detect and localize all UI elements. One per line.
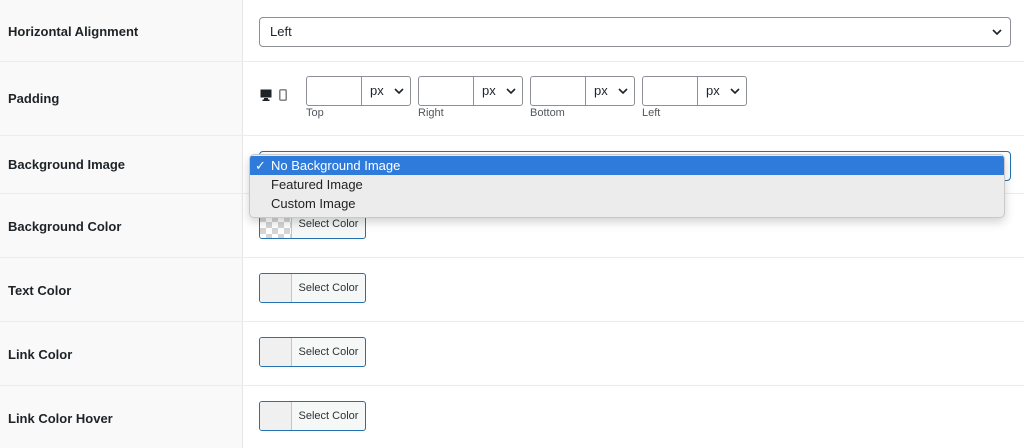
horizontal-alignment-label: Horizontal Alignment [8,24,139,39]
padding-top-caption: Top [306,107,324,119]
padding-label: Padding [8,91,60,106]
padding-bottom-input[interactable] [530,76,586,106]
desktop-icon[interactable] [260,89,272,101]
row-link-color: Link Color Select Color [0,322,1024,386]
chevron-down-icon [506,88,516,95]
text-color-label: Text Color [8,283,72,298]
padding-left-unit: px [706,83,720,98]
padding-right-caption: Right [418,107,444,119]
row-horizontal-alignment: Horizontal Alignment Left [0,0,1024,62]
chevron-down-icon [618,88,628,95]
background-image-dropdown: ✓ No Background Image Featured Image Cus… [249,154,1005,218]
link-color-label: Link Color [8,347,73,362]
background-color-label: Background Color [8,219,122,234]
option-label: Featured Image [271,177,363,192]
link-color-hover-button[interactable]: Select Color [259,401,366,431]
text-color-swatch [260,274,292,302]
padding-left-unit-select[interactable]: px [697,76,747,106]
link-color-hover-label: Link Color Hover [8,411,113,426]
mobile-icon[interactable] [279,89,287,101]
text-color-button-label: Select Color [298,282,359,294]
horizontal-alignment-select[interactable]: Left [259,17,1011,47]
option-label: No Background Image [271,158,401,173]
chevron-down-icon [394,88,404,95]
link-color-button[interactable]: Select Color [259,337,366,367]
option-featured-image[interactable]: Featured Image [250,175,1004,194]
padding-bottom-unit-select[interactable]: px [585,76,635,106]
horizontal-alignment-value: Left [270,24,292,39]
padding-right-unit: px [482,83,496,98]
padding-top-input[interactable] [306,76,362,106]
text-color-button[interactable]: Select Color [259,273,366,303]
option-custom-image[interactable]: Custom Image [250,194,1004,213]
link-color-swatch [260,338,292,366]
row-text-color: Text Color Select Color [0,258,1024,322]
row-link-color-hover: Link Color Hover Select Color [0,386,1024,448]
link-color-hover-button-label: Select Color [298,410,359,422]
checkmark-icon: ✓ [255,158,266,173]
link-color-hover-swatch [260,402,292,430]
padding-top-unit-select[interactable]: px [361,76,411,106]
link-color-button-label: Select Color [298,346,359,358]
padding-right-unit-select[interactable]: px [473,76,523,106]
chevron-down-icon [992,29,1002,36]
background-image-label: Background Image [8,157,126,172]
padding-bottom-caption: Bottom [530,107,565,119]
padding-left-input[interactable] [642,76,698,106]
chevron-down-icon [730,88,740,95]
padding-top-unit: px [370,83,384,98]
padding-right-input[interactable] [418,76,474,106]
option-no-background-image[interactable]: ✓ No Background Image [250,156,1004,175]
option-label: Custom Image [271,196,356,211]
padding-left-caption: Left [642,107,661,119]
padding-bottom-unit: px [594,83,608,98]
